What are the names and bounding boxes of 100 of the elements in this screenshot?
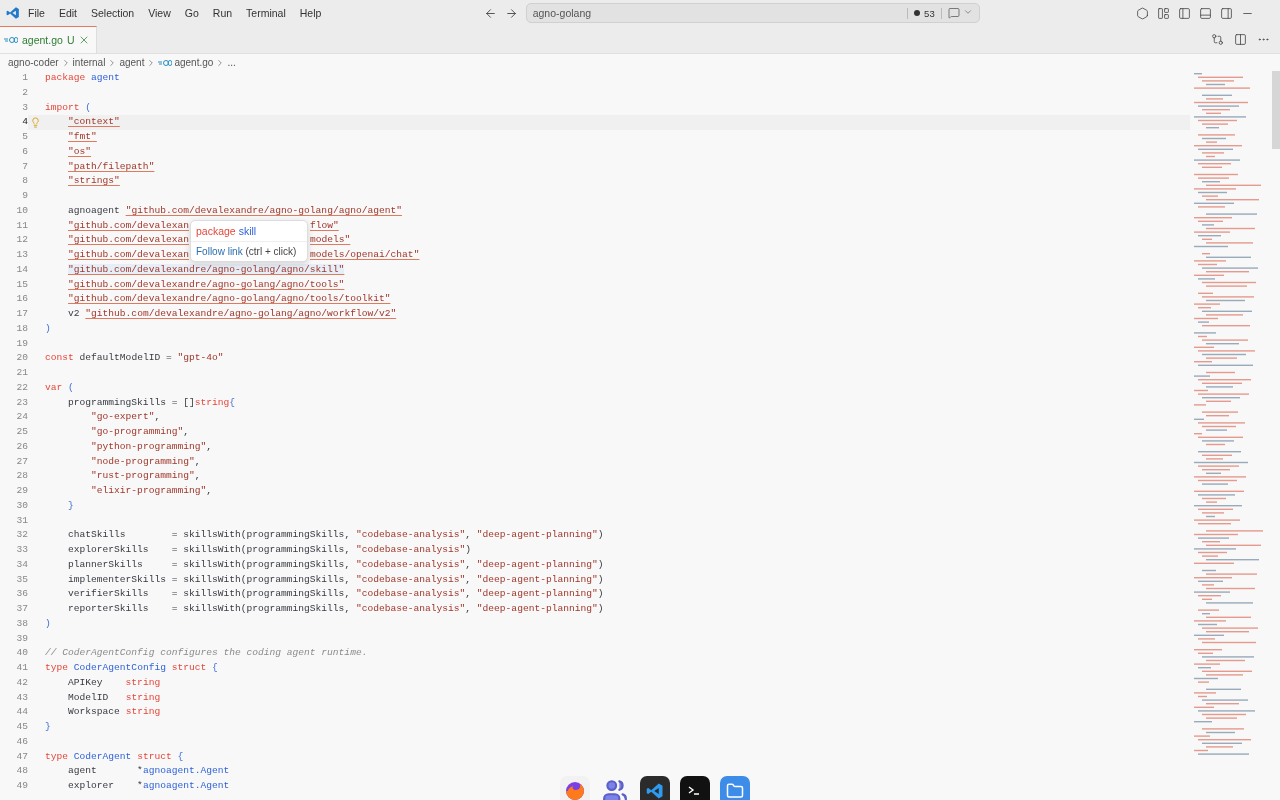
line-number: 36 bbox=[15, 587, 28, 602]
breadcrumb-item[interactable]: ... bbox=[227, 57, 236, 68]
code-token: "github.com/devalexan bbox=[68, 249, 189, 260]
code-token: , bbox=[465, 529, 472, 541]
menu-item[interactable]: File bbox=[22, 5, 51, 21]
code-token: "go-expert" bbox=[91, 411, 155, 423]
app-logo-icon[interactable] bbox=[6, 6, 20, 20]
chat-icon[interactable] bbox=[947, 7, 960, 19]
code-token: v2 bbox=[68, 308, 80, 319]
line-number: 4 bbox=[21, 115, 28, 130]
menu-item[interactable]: Go bbox=[178, 5, 205, 21]
code-token: "github.com/devalexandre/agno-golang/agno/tools" bbox=[68, 278, 345, 290]
line-number: 35 bbox=[15, 572, 28, 587]
command-search-field[interactable]: agno-golang 53 bbox=[525, 3, 980, 23]
code-token: "os" bbox=[68, 145, 92, 157]
code-token: import bbox=[45, 101, 80, 113]
code-token: "codebase-analysis" bbox=[355, 544, 466, 555]
bottom-panel-icon[interactable] bbox=[1199, 6, 1212, 20]
code-token: , bbox=[194, 470, 201, 482]
code-token: "codebase-analysis" bbox=[355, 558, 466, 570]
line-number: 45 bbox=[15, 720, 28, 734]
code-token: string bbox=[125, 706, 161, 718]
code-token: implementerSkills = skillsWith(programmingSkills, bbox=[68, 573, 351, 585]
line-number: 46 bbox=[15, 734, 28, 749]
line-number: 3 bbox=[21, 100, 28, 115]
code-token: models" bbox=[310, 234, 351, 246]
code-token: , bbox=[154, 411, 161, 423]
line-number: 24 bbox=[15, 410, 28, 425]
code-token: , bbox=[206, 440, 212, 452]
folder-icon[interactable] bbox=[720, 776, 750, 800]
line-number: 14 bbox=[15, 262, 28, 277]
breadcrumb-item[interactable]: agno-coder bbox=[8, 57, 59, 68]
code-editor-icon[interactable] bbox=[640, 776, 670, 800]
code-token: ) bbox=[597, 573, 604, 585]
scrollbar-thumb[interactable] bbox=[1272, 71, 1280, 149]
line-number: 20 bbox=[15, 351, 28, 366]
line-number: 2 bbox=[21, 85, 28, 100]
code-token: "github.com/devalexandre/agno-golang/agno/tools/toolkit" bbox=[68, 293, 391, 305]
code-token: "codebase-analysis" bbox=[355, 529, 466, 541]
line-number: 30 bbox=[15, 498, 28, 513]
changes-badge[interactable]: 53 bbox=[907, 7, 942, 19]
code-token: , bbox=[183, 426, 189, 437]
left-panel-icon[interactable] bbox=[1178, 6, 1191, 20]
code-token: "deep-agent-planning" bbox=[476, 573, 598, 585]
layout-icon[interactable] bbox=[1157, 6, 1170, 20]
terminal-icon[interactable] bbox=[680, 776, 710, 800]
breadcrumb-item[interactable]: agent bbox=[119, 57, 145, 68]
line-number: 1 bbox=[21, 71, 28, 85]
split-editor-icon[interactable] bbox=[1234, 33, 1247, 46]
code-token: struct bbox=[171, 662, 207, 673]
code-token: agent * bbox=[68, 765, 143, 777]
code-token: "github.com/devalexan bbox=[68, 219, 189, 231]
code-token: "github.com/devalexandre/agno-golang/agno/workflow/v2" bbox=[85, 308, 397, 319]
code-token: ) bbox=[597, 588, 604, 600]
hexagon-icon[interactable] bbox=[1136, 6, 1149, 20]
line-number: 28 bbox=[15, 469, 28, 484]
menu-item[interactable]: Run bbox=[206, 5, 239, 21]
line-number: 44 bbox=[15, 705, 28, 720]
line-number: 48 bbox=[15, 764, 28, 779]
line-number: 34 bbox=[15, 557, 28, 572]
menu-item[interactable]: View bbox=[142, 5, 177, 21]
code-token: ) bbox=[597, 558, 604, 570]
line-number: 26 bbox=[15, 439, 28, 454]
code-token: , bbox=[194, 455, 201, 467]
line-number: 10 bbox=[15, 203, 28, 218]
back-arrow-icon[interactable] bbox=[483, 6, 497, 20]
browser-icon[interactable] bbox=[560, 776, 590, 800]
compare-changes-icon[interactable] bbox=[1211, 33, 1224, 46]
code-token: ( bbox=[68, 381, 74, 393]
menu-item[interactable]: Selection bbox=[85, 5, 141, 21]
line-number: 43 bbox=[15, 690, 28, 705]
follow-link[interactable]: Follow link bbox=[196, 245, 243, 257]
breadcrumb-item[interactable]: agent.go bbox=[174, 57, 214, 68]
code-token: plannerSkills = skillsWith(programmingSkills, bbox=[68, 558, 351, 570]
code-token: package bbox=[45, 72, 86, 83]
code-token: "go-programming" bbox=[91, 426, 184, 437]
line-number: 7 bbox=[21, 159, 28, 174]
code-token: agnoagent.Agent bbox=[142, 765, 230, 777]
menu-item[interactable]: Terminal bbox=[240, 5, 292, 21]
line-number: 12 bbox=[15, 233, 28, 248]
breadcrumb-item[interactable]: internal bbox=[72, 57, 106, 68]
editor-tab[interactable]: agent.go U bbox=[0, 26, 98, 53]
code-token: chatSkills = skillsWith(programmingSkills, bbox=[68, 529, 351, 541]
forward-arrow-icon[interactable] bbox=[504, 6, 518, 20]
right-panel-icon[interactable] bbox=[1220, 6, 1233, 20]
code-token: "python-programming" bbox=[91, 440, 207, 452]
code-token: "codebase-analysis" bbox=[355, 588, 466, 600]
line-number: 37 bbox=[15, 602, 28, 616]
code-token: Workspace bbox=[68, 706, 120, 718]
code-token: const bbox=[45, 352, 74, 364]
code-token: "deep-agent-planning" bbox=[476, 603, 598, 614]
menu-item[interactable]: Help bbox=[293, 5, 328, 21]
code-token: ModelID bbox=[68, 691, 109, 703]
line-number: 23 bbox=[15, 395, 28, 410]
menu-item[interactable]: Edit bbox=[52, 5, 83, 21]
go-file-icon bbox=[4, 36, 18, 44]
shortcut-hint: (ctrl + click) bbox=[245, 245, 297, 257]
code-token: "codebase-analysis" bbox=[355, 603, 466, 614]
hover-signature: package skill bbox=[191, 220, 307, 242]
code-token: , bbox=[206, 485, 212, 496]
